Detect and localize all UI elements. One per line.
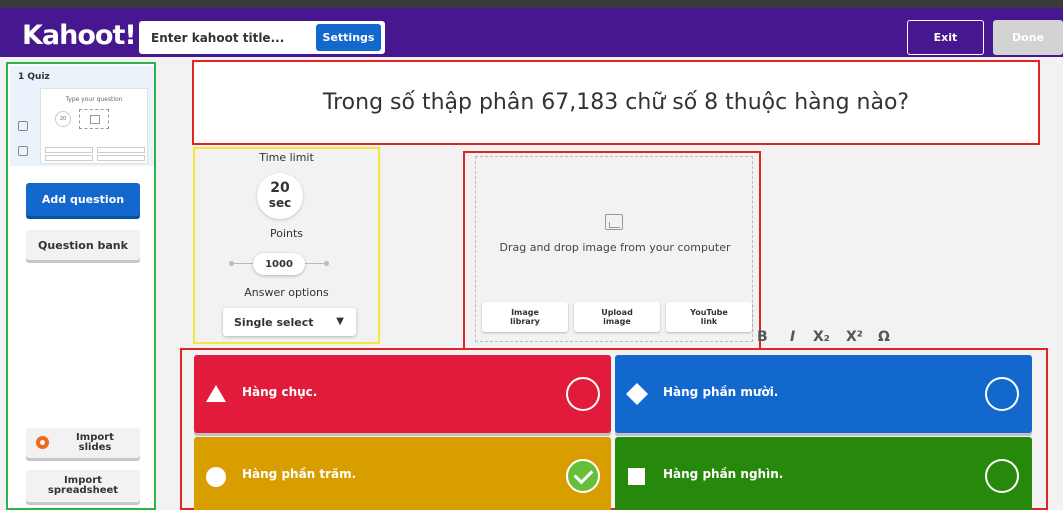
import-slides-icon [36, 436, 49, 449]
slide-preview-answer [45, 147, 93, 153]
youtube-link-label: YouTube link [690, 308, 728, 326]
answer-option-1[interactable]: Hàng chục. [194, 355, 611, 433]
image-drop-zone[interactable]: Drag and drop image from your computer I… [475, 156, 753, 342]
question-text: Trong số thập phân 67,183 chữ số 8 thuộc… [322, 90, 910, 115]
superscript-button[interactable]: X² [846, 329, 863, 345]
exit-button[interactable]: Exit [907, 20, 984, 55]
time-limit-unit: sec [268, 196, 292, 210]
answer-options-value: Single select [234, 315, 314, 329]
slide-preview-timer: 20 [55, 111, 71, 127]
question-bank-button[interactable]: Question bank [26, 230, 140, 260]
image-icon [605, 214, 623, 230]
upload-image-label: Upload image [601, 308, 633, 326]
slide-preview-answer [97, 155, 145, 161]
image-library-label: Image library [510, 308, 540, 326]
slide-preview-answer [97, 147, 145, 153]
done-button[interactable]: Done [993, 20, 1063, 55]
import-spreadsheet-button[interactable]: Import spreadsheet [26, 470, 140, 502]
circle-icon [206, 467, 226, 487]
title-field-wrap: Settings [139, 21, 385, 54]
drop-zone-text: Drag and drop image from your computer [499, 241, 731, 254]
question-settings-panel: Time limit 20 sec Points 1000 Answer opt… [193, 147, 380, 344]
duplicate-icon[interactable] [18, 121, 28, 131]
special-character-button[interactable]: Ω [878, 329, 890, 345]
time-limit-value: 20 [270, 180, 290, 196]
slide-preview-answer [45, 155, 93, 161]
square-icon [628, 468, 645, 485]
correct-check-icon[interactable] [566, 459, 600, 493]
answer-options-select[interactable]: Single select ▼ [223, 308, 356, 336]
points-label: Points [269, 227, 304, 240]
bold-button[interactable]: B [757, 329, 768, 345]
answer-option-2[interactable]: Hàng phần mười. [615, 355, 1032, 433]
answer-option-4[interactable]: Hàng phần nghìn. [615, 437, 1032, 510]
answer-1-text: Hàng chục. [242, 385, 318, 399]
correct-toggle-1[interactable] [566, 377, 600, 411]
top-bar: Kahoot! Settings Exit Done [0, 0, 1063, 57]
youtube-link-button[interactable]: YouTube link [666, 302, 752, 332]
add-question-button[interactable]: Add question [26, 183, 140, 216]
answer-2-text: Hàng phần mười. [663, 385, 779, 399]
slide-label: 1 Quiz [18, 72, 50, 82]
answer-options-label: Answer options [244, 286, 329, 299]
slide-preview-image-icon [79, 109, 109, 129]
time-limit-label: Time limit [259, 151, 314, 164]
kahoot-logo[interactable]: Kahoot! [22, 20, 137, 51]
image-library-button[interactable]: Image library [482, 302, 568, 332]
time-limit-selector[interactable]: 20 sec [257, 173, 303, 219]
slide-preview-question: Type your question [65, 96, 123, 103]
slide-thumbnail-card[interactable]: 1 Quiz Type your question 20 [10, 66, 154, 166]
import-slides-button[interactable]: Import slides [26, 428, 140, 458]
correct-toggle-4[interactable] [985, 459, 1019, 493]
settings-button[interactable]: Settings [316, 24, 381, 51]
import-slides-label: Import slides [76, 432, 114, 453]
sidebar: 1 Quiz Type your question 20 Add questio… [6, 62, 156, 510]
subscript-button[interactable]: X₂ [813, 329, 830, 345]
italic-button[interactable]: I [790, 329, 795, 345]
question-input[interactable]: Trong số thập phân 67,183 chữ số 8 thuộc… [192, 60, 1040, 145]
triangle-icon [206, 385, 226, 402]
correct-toggle-2[interactable] [985, 377, 1019, 411]
import-spreadsheet-label: Import spreadsheet [47, 475, 119, 496]
kahoot-title-input[interactable] [139, 21, 309, 54]
answer-3-text: Hàng phần trăm. [242, 467, 357, 481]
answer-option-3[interactable]: Hàng phần trăm. [194, 437, 611, 510]
slide-preview: Type your question 20 [40, 88, 148, 164]
upload-image-button[interactable]: Upload image [574, 302, 660, 332]
diamond-icon [626, 383, 648, 405]
answer-4-text: Hàng phần nghìn. [663, 467, 784, 481]
dropdown-arrow-icon: ▼ [336, 316, 344, 327]
media-panel: Drag and drop image from your computer I… [463, 151, 761, 350]
points-selector[interactable]: 1000 [253, 253, 305, 275]
trash-icon[interactable] [18, 146, 28, 156]
